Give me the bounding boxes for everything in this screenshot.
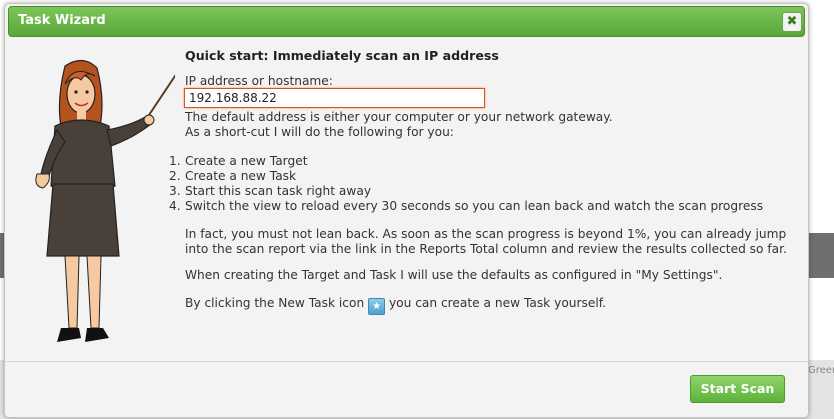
new-task-suffix: you can create a new Task yourself.	[388, 296, 607, 310]
shortcut-note: As a short-cut I will do the following f…	[185, 125, 454, 139]
list-item: 1. Create a new Target	[169, 154, 308, 168]
steps-list: 1. Create a new Target 2. Create a new Tas…	[169, 154, 763, 214]
list-item: 3. Start this scan task right away	[169, 184, 372, 198]
ip-address-label: IP address or hostname:	[185, 74, 333, 88]
default-address-note: The default address is either your compu…	[185, 110, 613, 124]
wizard-heading: Quick start: Immediately scan an IP addr…	[185, 48, 499, 63]
lean-back-note: In fact, you must not lean back. As soon…	[185, 227, 787, 256]
background-text: Green	[808, 365, 834, 376]
dialog-content: Quick start: Immediately scan an IP addr…	[5, 36, 808, 361]
dialog-title: Task Wizard	[18, 13, 106, 28]
new-task-note: By clicking the New Task icon ★ you can …	[185, 296, 795, 315]
new-task-prefix: By clicking the New Task icon	[185, 296, 365, 310]
defaults-note: When creating the Target and Task I will…	[185, 268, 723, 282]
ip-address-input[interactable]	[184, 88, 485, 108]
wizard-woman-illustration	[35, 59, 175, 342]
new-task-star-icon[interactable]: ★	[368, 298, 386, 315]
dialog-titlebar[interactable]: Task Wizard ✖	[8, 6, 805, 37]
start-scan-button[interactable]: Start Scan	[690, 375, 785, 403]
list-item: 2. Create a new Task	[169, 169, 297, 183]
close-icon: ✖	[786, 14, 798, 29]
close-button[interactable]: ✖	[782, 12, 802, 32]
list-item: 4. Switch the view to reload every 30 sec…	[169, 199, 764, 213]
task-wizard-dialog: Task Wizard ✖ Quick start: Immediately s…	[4, 3, 809, 418]
dialog-footer: Start Scan	[5, 361, 808, 417]
